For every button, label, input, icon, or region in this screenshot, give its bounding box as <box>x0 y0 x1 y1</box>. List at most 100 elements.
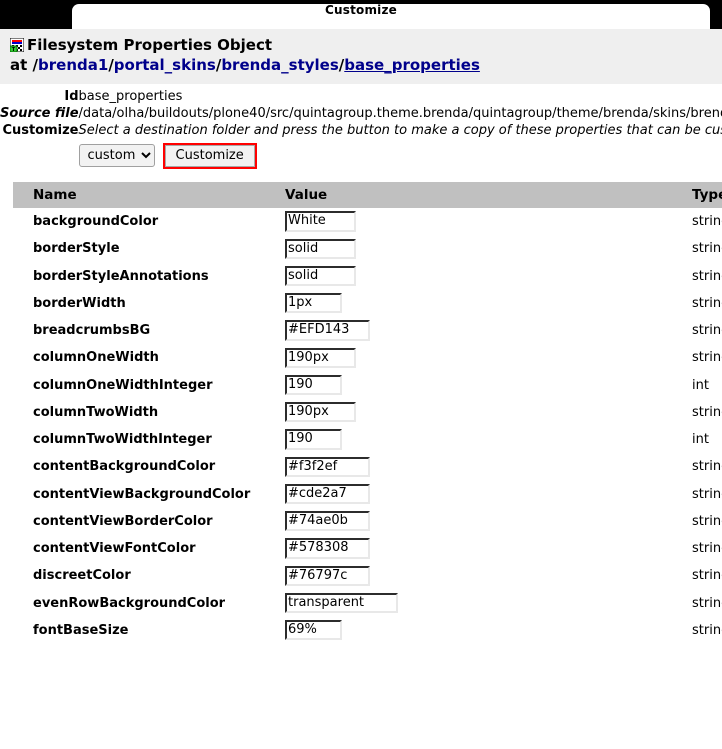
property-name: columnOneWidth <box>33 350 159 366</box>
property-name: columnOneWidthInteger <box>33 377 213 393</box>
property-value-input[interactable] <box>285 565 370 586</box>
path-link-base-properties[interactable]: base_properties <box>344 56 480 74</box>
property-value-cell <box>285 399 692 426</box>
property-value-input[interactable] <box>285 374 342 396</box>
property-type: string <box>692 241 722 257</box>
properties-table-head: Name Value Type <box>13 182 722 209</box>
table-row: discreetColor string <box>13 563 722 590</box>
svg-text:T: T <box>12 47 16 52</box>
info-value-customize: Select a destination folder and press th… <box>78 122 722 171</box>
property-value-cell <box>285 508 692 535</box>
property-value-cell <box>285 290 692 317</box>
property-value-input[interactable] <box>285 402 356 423</box>
property-name: evenRowBackgroundColor <box>33 595 226 611</box>
property-type: string <box>692 513 722 529</box>
property-value-input[interactable] <box>285 347 356 368</box>
table-row: borderWidth string <box>13 290 722 317</box>
property-name: columnTwoWidthInteger <box>33 432 212 448</box>
property-type: string <box>692 459 722 475</box>
column-header-type: Type <box>692 182 722 209</box>
info-row-id: Id base_properties <box>0 88 722 105</box>
property-name: contentViewBorderColor <box>33 513 213 529</box>
property-value-cell <box>285 372 692 399</box>
property-name: fontBaseSize <box>33 622 129 638</box>
property-value-input[interactable] <box>285 456 370 477</box>
top-tab-bar: Customize <box>0 0 722 29</box>
property-value-cell <box>285 481 692 508</box>
properties-table: Name Value Type backgroundColorstringbor… <box>13 182 722 644</box>
property-value-input[interactable] <box>285 592 398 614</box>
table-row: fontBaseSize string <box>13 617 722 644</box>
info-label-source-file: Source file <box>0 105 79 121</box>
property-type: string <box>692 295 722 311</box>
object-info-table: Id base_properties Source file /data/olh… <box>0 88 722 171</box>
property-name: contentBackgroundColor <box>33 459 216 475</box>
property-type: string <box>692 622 722 638</box>
property-value-input[interactable] <box>285 238 356 259</box>
column-header-value: Value <box>285 182 692 209</box>
table-row: borderStyle string <box>13 236 722 263</box>
property-value-cell <box>285 617 692 644</box>
property-value-input[interactable] <box>285 211 356 232</box>
tab-customize-label: Customize <box>324 3 397 17</box>
property-value-input[interactable] <box>285 538 370 559</box>
property-type: string <box>692 486 722 502</box>
property-value-cell <box>285 236 692 263</box>
property-value-cell <box>285 563 692 590</box>
path-link-portal-skins[interactable]: portal_skins <box>114 56 216 74</box>
property-value-cell <box>285 590 692 617</box>
info-value-source-file: /data/olha/buildouts/plone40/src/quintag… <box>78 105 722 121</box>
page-title: T Filesystem Properties Object at /brend… <box>9 35 722 76</box>
property-name: borderStyle <box>33 241 120 257</box>
property-type: string <box>692 323 722 339</box>
property-name: contentViewBackgroundColor <box>33 486 251 502</box>
property-type: string <box>692 350 722 366</box>
property-value-input[interactable] <box>285 483 370 505</box>
object-path: /brenda1/portal_skins/brenda_styles/base… <box>27 56 480 74</box>
property-name: breadcrumbsBG <box>33 323 151 339</box>
property-value-cell <box>285 454 692 481</box>
table-row: columnOneWidthInteger int <box>13 372 722 399</box>
property-type: int <box>692 432 709 448</box>
property-name: discreetColor <box>33 568 131 584</box>
property-type: string <box>692 568 722 584</box>
property-value-cell <box>285 208 692 235</box>
property-value-input[interactable] <box>285 265 356 287</box>
property-value-cell <box>285 263 692 290</box>
table-row: contentBackgroundColor string <box>13 454 722 481</box>
table-row: breadcrumbsBG string <box>13 317 722 344</box>
path-link-brenda-styles[interactable]: brenda_styles <box>221 56 338 74</box>
info-label-id: Id <box>64 88 79 104</box>
property-value-cell <box>285 317 692 344</box>
destination-folder-select[interactable]: custom <box>78 144 155 168</box>
properties-header-row: Name Value Type <box>13 182 722 209</box>
property-value-input[interactable] <box>285 320 370 341</box>
table-row: columnTwoWidthInteger int <box>13 426 722 453</box>
property-type: string <box>692 214 722 230</box>
info-value-id: base_properties <box>78 88 183 104</box>
property-value-input[interactable] <box>285 620 342 641</box>
table-row: borderStyleAnnotations string <box>13 263 722 290</box>
property-type: int <box>692 377 709 393</box>
info-label-customize: Customize <box>2 122 79 138</box>
table-row: columnTwoWidth string <box>13 399 722 426</box>
column-header-name: Name <box>13 182 285 209</box>
property-type: string <box>692 404 722 420</box>
customize-button[interactable]: Customize <box>164 144 255 168</box>
property-name: columnTwoWidth <box>33 404 159 420</box>
customize-button-highlight: Customize <box>162 142 257 170</box>
property-value-input[interactable] <box>285 511 370 532</box>
info-row-source-file: Source file /data/olha/buildouts/plone40… <box>0 105 722 122</box>
property-value-input[interactable] <box>285 429 342 450</box>
table-row: contentViewBackgroundColor string <box>13 481 722 508</box>
path-link-brenda1[interactable]: brenda1 <box>38 56 108 74</box>
properties-object-icon: T <box>9 37 25 53</box>
properties-table-wrapper: Name Value Type backgroundColorstringbor… <box>13 182 722 644</box>
table-row: contentViewBorderColor string <box>13 508 722 535</box>
table-row: contentViewFontColor string <box>13 535 722 562</box>
object-title-band: T Filesystem Properties Object at /brend… <box>0 29 722 84</box>
property-name: contentViewFontColor <box>33 541 196 557</box>
property-value-input[interactable] <box>285 293 342 314</box>
table-row: columnOneWidth string <box>13 345 722 372</box>
property-type: string <box>692 268 722 284</box>
